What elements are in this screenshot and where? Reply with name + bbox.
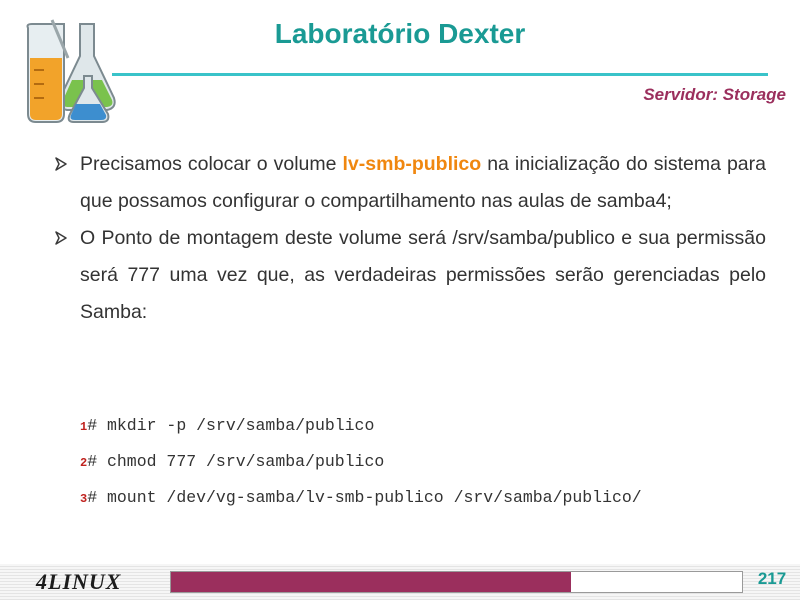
page-number: 217 bbox=[757, 569, 787, 588]
code-text: # chmod 777 /srv/samba/publico bbox=[87, 452, 385, 471]
arrow-bullet-icon bbox=[55, 231, 67, 245]
slide-content: Precisamos colocar o volume lv-smb-publi… bbox=[54, 146, 766, 331]
footer-bar: 4LINUX 217 bbox=[0, 564, 800, 600]
slide-progress-bar bbox=[170, 571, 743, 593]
code-text: # mount /dev/vg-samba/lv-smb-publico /sr… bbox=[87, 488, 642, 507]
lab-glassware-logo bbox=[26, 19, 116, 123]
bullet-text: O Ponto de montagem deste volume será /s… bbox=[80, 227, 766, 323]
brand-logo: 4LINUX bbox=[36, 569, 122, 594]
code-line: 3# mount /dev/vg-samba/lv-smb-publico /s… bbox=[80, 484, 642, 520]
volume-name-highlight: lv-smb-publico bbox=[342, 153, 482, 175]
arrow-bullet-icon bbox=[55, 157, 67, 171]
title-divider bbox=[112, 73, 768, 76]
bullet-item: O Ponto de montagem deste volume será /s… bbox=[54, 220, 766, 331]
bullet-text: Precisamos colocar o volume bbox=[80, 153, 343, 175]
code-line: 1# mkdir -p /srv/samba/publico bbox=[80, 412, 642, 448]
slide-progress-fill bbox=[171, 572, 571, 592]
bullet-item: Precisamos colocar o volume lv-smb-publi… bbox=[54, 146, 766, 220]
code-text: # mkdir -p /srv/samba/publico bbox=[87, 416, 375, 435]
page-title: Laboratório Dexter bbox=[274, 18, 526, 49]
code-line: 2# chmod 777 /srv/samba/publico bbox=[80, 448, 642, 484]
code-block: 1# mkdir -p /srv/samba/publico 2# chmod … bbox=[80, 412, 642, 520]
page-subtitle: Servidor: Storage bbox=[643, 85, 786, 104]
